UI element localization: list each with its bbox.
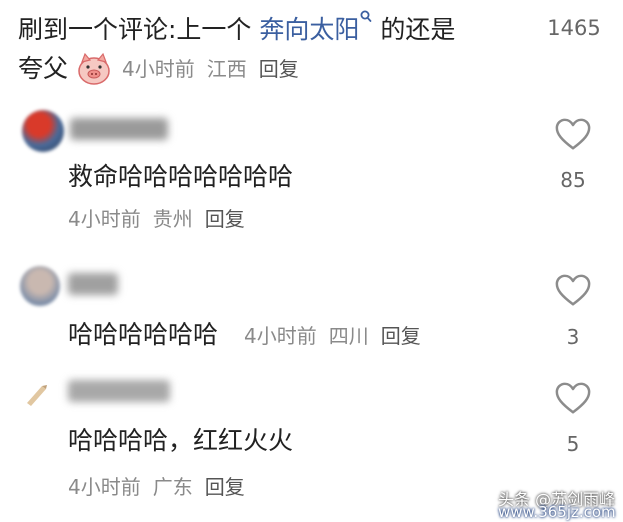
like-count: 85: [560, 168, 586, 192]
heart-outline-icon[interactable]: [554, 272, 592, 310]
timestamp: 4小时前: [68, 475, 141, 499]
like-count: 3: [566, 325, 580, 349]
search-link[interactable]: 奔向太阳: [259, 15, 359, 44]
comment-meta: 4小时前 江西 回复: [122, 56, 311, 82]
username-blurred[interactable]: [68, 380, 170, 402]
reply-meta: 4小时前 四川 回复: [244, 323, 433, 349]
like-count: 5: [566, 432, 580, 456]
username-blurred[interactable]: [68, 273, 118, 295]
like-count: 1465: [547, 16, 601, 40]
location: 广东: [152, 475, 193, 499]
heart-outline-icon[interactable]: [554, 380, 592, 418]
watermark-url: www.365jz.com: [498, 503, 616, 521]
comment-text: 刷到一个评论:上一个: [18, 15, 260, 44]
timestamp: 4小时前: [68, 207, 141, 231]
user-avatar[interactable]: [22, 110, 64, 152]
reply-button[interactable]: 回复: [205, 207, 245, 231]
reply-meta: 4小时前 广东 回复: [68, 474, 257, 500]
location: 四川: [328, 324, 369, 348]
pig-face-emoji: [78, 52, 110, 85]
reply-button[interactable]: 回复: [259, 57, 299, 81]
user-avatar[interactable]: [22, 380, 50, 408]
timestamp: 4小时前: [122, 57, 195, 81]
timestamp: 4小时前: [244, 324, 317, 348]
user-avatar[interactable]: [20, 266, 60, 306]
reply-meta: 4小时前 贵州 回复: [68, 206, 257, 232]
reply-button[interactable]: 回复: [205, 475, 245, 499]
heart-outline-icon[interactable]: [554, 116, 592, 154]
comment-text: 的还是: [372, 15, 456, 44]
location: 江西: [206, 57, 247, 81]
location: 贵州: [152, 207, 193, 231]
reply-button[interactable]: 回复: [381, 324, 421, 348]
username-blurred[interactable]: [70, 118, 168, 140]
reply-text: 救命哈哈哈哈哈哈哈: [68, 162, 294, 191]
search-icon[interactable]: [360, 10, 372, 24]
top-comment-line1: 刷到一个评论:上一个 奔向太阳 的还是: [18, 10, 455, 47]
comment-text: 夸父: [18, 54, 69, 83]
reply-text: 哈哈哈哈哈哈: [68, 320, 219, 349]
reply-text: 哈哈哈哈，红红火火: [68, 426, 294, 455]
